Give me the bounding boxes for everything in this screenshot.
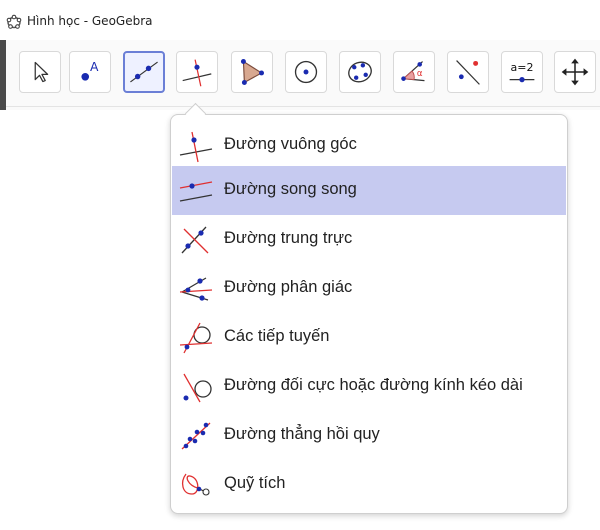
perpendicular-bisector-icon (181, 226, 209, 254)
polygon-icon (240, 59, 264, 85)
move-graphics-view-tool-button[interactable] (554, 51, 596, 93)
menu-item-parallel-line[interactable]: Đường song song (172, 166, 566, 215)
tangents-icon (179, 322, 213, 354)
slider-tool-button[interactable]: a=2 (501, 51, 543, 93)
perpendicular-line-icon (179, 131, 213, 163)
menu-item-label: Đường song song (224, 180, 357, 198)
polar-diameter-line-icon (183, 373, 212, 403)
perpendicular-line-icon (182, 59, 212, 87)
menu-item-perpendicular-line[interactable]: Đường vuông góc (172, 121, 566, 170)
svg-text:α: α (417, 69, 423, 79)
svg-text:A: A (90, 60, 99, 74)
angle-bisector-icon (179, 277, 213, 301)
menu-item-label: Đường thẳng hồi quy (224, 425, 380, 443)
conic-tool-button[interactable] (339, 51, 381, 93)
line-tools-dropdown-menu: Đường vuông góc Đường song song Đường tr… (170, 102, 568, 514)
slider-icon (509, 76, 535, 83)
line-through-two-points-icon (130, 61, 158, 83)
toolbar: A α a=2 (0, 40, 600, 110)
menu-item-best-fit-line[interactable]: Đường thẳng hồi quy (172, 411, 566, 460)
menu-item-perpendicular-bisector[interactable]: Đường trung trực (172, 215, 566, 264)
perpendicular-line-tool-button[interactable] (176, 51, 218, 93)
point-tool-button[interactable]: A (69, 51, 111, 93)
menu-item-locus[interactable]: Quỹ tích (172, 460, 566, 509)
menu-item-label: Quỹ tích (224, 474, 286, 492)
menu-item-label: Đường trung trực (224, 229, 353, 247)
best-fit-line-icon (181, 422, 211, 450)
move-tool-button[interactable] (19, 51, 61, 93)
title-bar: Hình học - GeoGebra (0, 0, 600, 40)
reflect-tool-button[interactable] (447, 51, 489, 93)
point-icon: A (81, 60, 99, 81)
toolbar-divider (6, 106, 600, 107)
menu-item-label: Đường đối cực hoặc đường kính kéo dài (224, 376, 523, 394)
geogebra-logo-icon (6, 14, 22, 29)
menu-item-tangents[interactable]: Các tiếp tuyến (172, 313, 566, 362)
angle-tool-button[interactable]: α (393, 51, 435, 93)
line-tool-button[interactable] (123, 51, 165, 93)
angle-icon: α (401, 61, 425, 82)
polygon-tool-button[interactable] (231, 51, 273, 93)
parallel-line-icon (179, 181, 213, 202)
locus-icon (181, 473, 210, 496)
menu-item-polar-diameter-line[interactable]: Đường đối cực hoặc đường kính kéo dài (172, 362, 566, 411)
menu-item-label: Đường phân giác (224, 278, 353, 296)
menu-item-label: Các tiếp tuyến (224, 327, 330, 345)
circle-tool-button[interactable] (285, 51, 327, 93)
window-title: Hình học - GeoGebra (27, 14, 153, 28)
conic-five-points-icon (348, 61, 372, 83)
move-arrows-icon (561, 58, 589, 86)
menu-item-label: Đường vuông góc (224, 135, 357, 153)
circle-center-point-icon (294, 60, 318, 84)
menu-item-angle-bisector[interactable]: Đường phân giác (172, 264, 566, 313)
reflect-about-line-icon (456, 60, 480, 85)
cursor-arrow-icon (34, 61, 49, 83)
